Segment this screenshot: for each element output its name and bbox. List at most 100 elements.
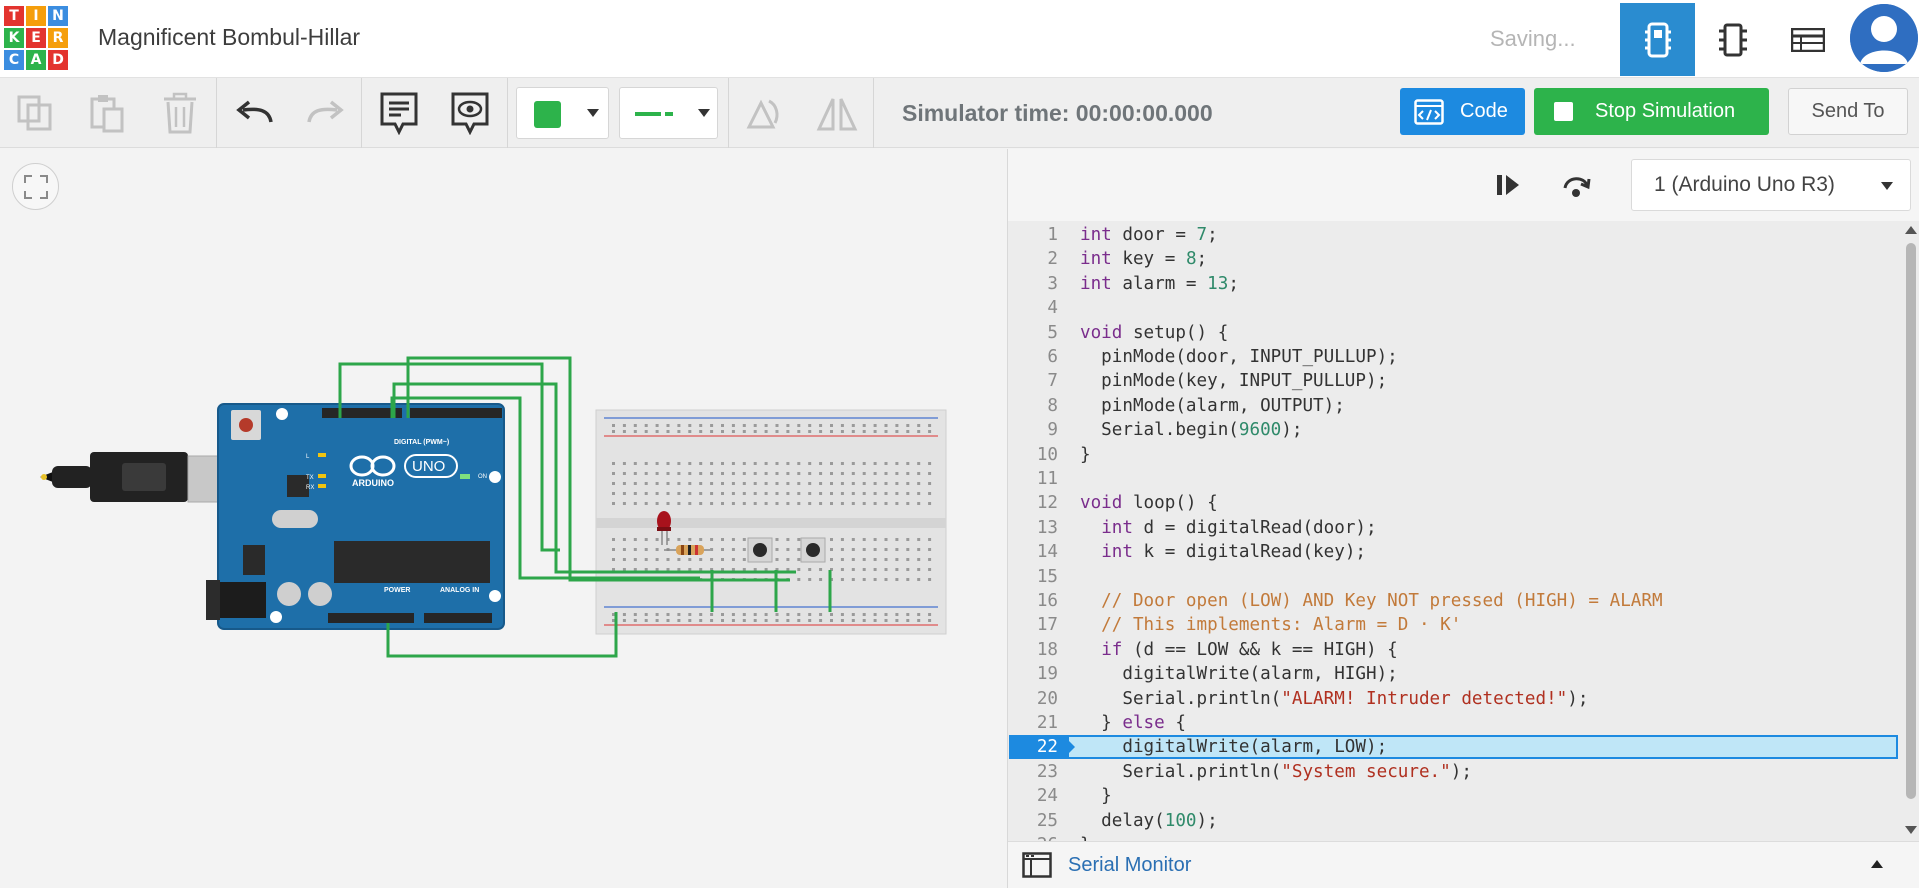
code-line[interactable]: 15 — [1008, 565, 1902, 589]
code-line[interactable]: 8 pinMode(alarm, OUTPUT); — [1008, 394, 1902, 418]
note-button[interactable] — [374, 88, 424, 138]
board-select-dropdown[interactable]: 1 (Arduino Uno R3) — [1631, 159, 1911, 211]
delete-button[interactable] — [155, 88, 205, 138]
breadboard-hole — [830, 492, 833, 495]
pushbutton-1[interactable] — [747, 537, 773, 563]
breadboard-hole — [655, 472, 659, 475]
code-line[interactable]: 12 void loop() { — [1008, 491, 1902, 515]
code-line[interactable]: 2 int key = 8; — [1008, 247, 1902, 271]
toolbar-divider — [873, 78, 874, 148]
code-line[interactable]: 18 if (d == LOW && k == HIGH) { — [1008, 638, 1902, 662]
notes-visibility-button[interactable] — [445, 88, 495, 138]
breadboard-hole — [786, 482, 790, 485]
logo-tile: R — [48, 28, 68, 48]
code-line[interactable]: 17 // This implements: Alarm = D · K' — [1008, 613, 1902, 637]
serial-monitor-icon — [1022, 852, 1052, 878]
scrollbar-thumb[interactable] — [1906, 243, 1916, 799]
rotate-button[interactable] — [738, 88, 788, 138]
breadboard-hole — [731, 472, 735, 475]
circuit-canvas[interactable]: ARDUINO UNO DIGITAL (PWM~) POWER ANALOG … — [0, 149, 1007, 888]
line-number: 21 — [1036, 713, 1058, 733]
pushbutton-2[interactable] — [800, 537, 826, 563]
code-line[interactable]: 24 } — [1008, 784, 1902, 808]
code-token: int — [1080, 273, 1112, 294]
code-line[interactable]: 10} — [1008, 443, 1902, 467]
breadboard-hole — [895, 558, 899, 561]
line-source: digitalWrite(alarm, HIGH); — [1080, 662, 1397, 686]
paste-button[interactable] — [82, 88, 132, 138]
code-line[interactable]: 20 Serial.println("ALARM! Intruder detec… — [1008, 687, 1902, 711]
breadboard-hole — [830, 482, 833, 485]
editor-scrollbar[interactable] — [1902, 221, 1919, 841]
code-line[interactable]: 4 — [1008, 296, 1902, 320]
code-line[interactable]: 11 — [1008, 467, 1902, 491]
line-number: 4 — [1047, 298, 1058, 319]
breadboard-hole — [775, 558, 779, 561]
step-over-button[interactable] — [1556, 165, 1596, 205]
arduino-uno-board[interactable] — [206, 403, 505, 630]
stop-simulation-button[interactable]: Stop Simulation — [1534, 88, 1769, 135]
breadboard-hole — [819, 424, 823, 427]
code-line[interactable]: 23 Serial.println("System secure."); — [1008, 760, 1902, 784]
component-list-button[interactable] — [1770, 3, 1845, 76]
breadboard-hole — [612, 430, 615, 433]
code-token: Serial.println( — [1080, 761, 1282, 782]
code-line[interactable]: 26} — [1008, 833, 1902, 841]
breadboard-hole — [906, 619, 910, 622]
code-line[interactable]: 13 int d = digitalRead(door); — [1008, 516, 1902, 540]
step-button[interactable] — [1488, 165, 1528, 205]
breadboard-hole — [666, 430, 670, 433]
breadboard-hole — [862, 578, 866, 581]
send-to-button[interactable]: Send To — [1788, 88, 1908, 135]
code-line[interactable]: 5 void setup() { — [1008, 321, 1902, 345]
breadboard-hole — [688, 482, 692, 485]
copy-button[interactable] — [10, 88, 60, 138]
code-line[interactable]: 19 digitalWrite(alarm, HIGH); — [1008, 662, 1902, 686]
breadboard-hole — [862, 538, 866, 541]
wire-style-picker[interactable] — [619, 87, 718, 139]
code-line[interactable]: 9 Serial.begin(9600); — [1008, 418, 1902, 442]
breadboard-hole — [666, 472, 670, 475]
line-number: 3 — [1047, 273, 1058, 294]
code-line[interactable]: 1 int door = 7; — [1008, 223, 1902, 247]
breadboard-hole — [895, 578, 899, 581]
code-editor[interactable]: 1 int door = 7; 2 int key = 8; 3 int alarm = … — [1008, 221, 1919, 841]
breadboard[interactable] — [595, 409, 947, 635]
breadboard-hole — [731, 492, 735, 495]
code-line[interactable]: 16 // Door open (LOW) AND Key NOT presse… — [1008, 589, 1902, 613]
circuit-view-button[interactable] — [1620, 3, 1695, 76]
serial-monitor-bar[interactable]: Serial Monitor — [1008, 841, 1919, 888]
breadboard-hole — [884, 558, 888, 561]
breadboard-hole — [775, 482, 779, 485]
flip-button[interactable] — [812, 88, 862, 138]
code-button[interactable]: Code — [1400, 88, 1525, 135]
breadboard-hole — [830, 548, 833, 551]
tinkercad-logo[interactable]: TIN KER CAD — [4, 6, 68, 70]
breadboard-hole — [612, 502, 615, 505]
code-line[interactable]: 7 pinMode(key, INPUT_PULLUP); — [1008, 369, 1902, 393]
breadboard-hole — [622, 424, 626, 427]
line-number: 10 — [1036, 444, 1058, 465]
breadboard-hole — [633, 472, 637, 475]
code-line[interactable]: 25 delay(100); — [1008, 809, 1902, 833]
code-line[interactable]: 6 pinMode(door, INPUT_PULLUP); — [1008, 345, 1902, 369]
schematic-view-button[interactable] — [1695, 3, 1770, 76]
code-line[interactable]: 14 int k = digitalRead(key); — [1008, 540, 1902, 564]
breadboard-hole — [906, 472, 910, 475]
note-icon — [380, 92, 418, 135]
code-line[interactable]: 3 int alarm = 13; — [1008, 272, 1902, 296]
breadboard-hole — [775, 424, 779, 427]
code-line[interactable]: 21 } else { — [1008, 711, 1902, 735]
breadboard-hole — [677, 502, 681, 505]
user-avatar[interactable] — [1850, 4, 1918, 72]
undo-button[interactable] — [230, 88, 280, 138]
project-title[interactable]: Magnificent Bombul-Hillar — [98, 24, 360, 51]
color-picker[interactable] — [516, 87, 609, 139]
redo-button[interactable] — [300, 88, 350, 138]
code-line[interactable]: 22 digitalWrite(alarm, LOW); — [1008, 735, 1902, 759]
breadboard-hole — [731, 502, 735, 505]
breadboard-hole — [742, 558, 746, 561]
code-token: if — [1101, 639, 1123, 660]
line-number: 23 — [1036, 761, 1058, 782]
board-digital-label: DIGITAL (PWM~) — [394, 439, 449, 446]
